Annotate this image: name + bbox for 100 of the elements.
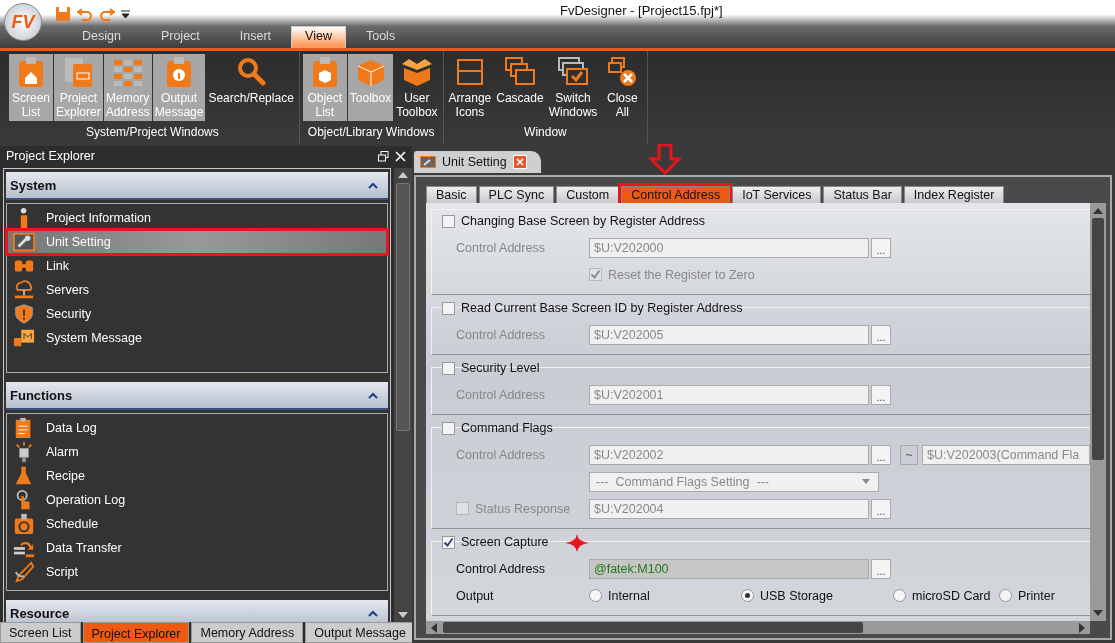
scrollbar[interactable]: [426, 621, 1090, 634]
ribbon-tab[interactable]: View: [291, 26, 346, 48]
radio-option[interactable]: Printer: [999, 588, 1055, 603]
scroll-thumb[interactable]: [1092, 218, 1104, 460]
radio-button[interactable]: [893, 589, 906, 602]
close-icon[interactable]: [395, 150, 406, 162]
scroll-thumb[interactable]: [443, 622, 863, 633]
field-label: Control Address: [456, 447, 545, 462]
group-title: Changing Base Screen by Register Address: [461, 214, 705, 228]
radio-option[interactable]: microSD Card: [893, 588, 999, 603]
scroll-right-icon[interactable]: [1079, 622, 1086, 633]
checkbox[interactable]: [442, 421, 455, 435]
browse-button[interactable]: ...: [871, 237, 891, 258]
scrollbar[interactable]: [394, 168, 412, 622]
settings-tab[interactable]: IoT Services: [732, 186, 822, 203]
save-icon[interactable]: [55, 5, 71, 22]
ribbon-button[interactable]: Arrange Icons: [446, 54, 494, 121]
browse-button[interactable]: ...: [871, 324, 891, 345]
tree-item[interactable]: Link: [7, 254, 388, 278]
restore-icon[interactable]: [378, 150, 389, 162]
shield-icon: [12, 303, 36, 325]
browse-button[interactable]: ...: [871, 384, 891, 405]
field-label: Control Address: [456, 561, 545, 576]
settings-tab[interactable]: Control Address: [621, 186, 731, 203]
scroll-thumb[interactable]: [396, 183, 410, 431]
pages-icon: [62, 56, 95, 88]
range-button[interactable]: ~: [900, 444, 918, 465]
panel-tab[interactable]: Output Message: [305, 622, 415, 643]
ribbon-button[interactable]: Close All: [600, 54, 645, 121]
radio-button[interactable]: [999, 589, 1012, 602]
settings-tab[interactable]: Index Register: [903, 186, 1005, 203]
field-label: Control Address: [456, 387, 545, 402]
checkbox[interactable]: [442, 361, 455, 375]
panel-tab[interactable]: Memory Address: [191, 622, 304, 643]
caret-icon: [862, 479, 870, 484]
field-label: Control Address: [456, 240, 545, 255]
tree-item[interactable]: Project Information: [7, 206, 388, 230]
tree-item[interactable]: Servers: [7, 278, 388, 302]
chevron-icon[interactable]: [368, 181, 379, 189]
scroll-left-icon[interactable]: [430, 622, 437, 633]
clock-icon: [12, 513, 36, 535]
section-header[interactable]: Functions: [6, 382, 389, 410]
radio-option[interactable]: USB Storage: [741, 588, 893, 603]
scroll-down-icon[interactable]: [1093, 610, 1103, 617]
checkbox[interactable]: [442, 214, 455, 228]
tree-item[interactable]: Data Transfer: [7, 536, 388, 560]
radio-button[interactable]: [589, 589, 602, 602]
tree-item[interactable]: Script: [7, 560, 388, 584]
panel-tab[interactable]: Project Explorer: [82, 622, 190, 643]
settings-tab[interactable]: Status Bar: [823, 186, 902, 203]
undo-icon[interactable]: [77, 6, 93, 21]
radio-option[interactable]: Internal: [589, 588, 741, 603]
group-title: Command Flags: [461, 421, 553, 435]
group-title: Read Current Base Screen ID by Register Address: [461, 301, 743, 315]
dropdown-caret-icon[interactable]: [121, 9, 130, 18]
down-arrow-icon: [648, 144, 682, 175]
scrollbar[interactable]: [1090, 203, 1106, 621]
tree-item[interactable]: Security: [7, 302, 388, 326]
scroll-down-icon[interactable]: [397, 611, 409, 619]
window-title: FvDesigner - [Project15.fpj*]: [560, 3, 723, 18]
scroll-up-icon[interactable]: [397, 171, 409, 179]
chevron-icon[interactable]: [368, 609, 379, 617]
panel-tab[interactable]: Screen List: [0, 622, 81, 643]
radio-button[interactable]: [741, 589, 754, 602]
scroll-up-icon[interactable]: [1093, 207, 1103, 214]
checkbox[interactable]: [456, 502, 469, 515]
redo-icon[interactable]: [99, 6, 115, 21]
checkbox[interactable]: [589, 268, 602, 281]
tree-item[interactable]: Data Log: [7, 416, 388, 440]
tree-item[interactable]: Unit Setting: [7, 230, 388, 254]
ribbon-tab[interactable]: Project: [140, 27, 220, 48]
cloud-icon: [12, 279, 36, 301]
settings-tab[interactable]: Basic: [426, 186, 477, 203]
document-tab[interactable]: Unit Setting: [414, 151, 541, 173]
settings-tab[interactable]: Custom: [556, 186, 620, 203]
panel-title: Project Explorer: [6, 149, 95, 163]
message-icon: [12, 327, 36, 349]
ribbon-button[interactable]: Cascade: [494, 54, 546, 121]
tree-item[interactable]: Operation Log: [7, 488, 388, 512]
browse-button[interactable]: ...: [871, 498, 891, 519]
ribbon-button[interactable]: User Toolbox: [394, 54, 440, 121]
checkbox[interactable]: [442, 535, 455, 549]
tree-item[interactable]: Alarm: [7, 440, 388, 464]
section-header[interactable]: System: [6, 172, 389, 200]
ribbon-button[interactable]: Search/Replace: [206, 54, 296, 121]
ribbon-button[interactable]: Switch Windows: [546, 54, 600, 121]
settings-tab[interactable]: PLC Sync: [478, 186, 555, 203]
browse-button[interactable]: ...: [871, 558, 891, 579]
section-header[interactable]: Resource: [6, 600, 389, 622]
ribbon-tab[interactable]: Design: [62, 27, 141, 48]
ribbon-tab[interactable]: Tools: [345, 27, 416, 48]
group-title: Security Level: [461, 361, 540, 375]
tree-item[interactable]: Recipe: [7, 464, 388, 488]
tree-item[interactable]: Schedule: [7, 512, 388, 536]
windows-close-icon: [606, 56, 639, 88]
browse-button[interactable]: ...: [871, 444, 891, 465]
chevron-icon[interactable]: [368, 391, 379, 399]
ribbon-tab[interactable]: Insert: [219, 27, 292, 48]
checkbox[interactable]: [442, 301, 455, 315]
tree-item[interactable]: System Message: [7, 326, 388, 350]
